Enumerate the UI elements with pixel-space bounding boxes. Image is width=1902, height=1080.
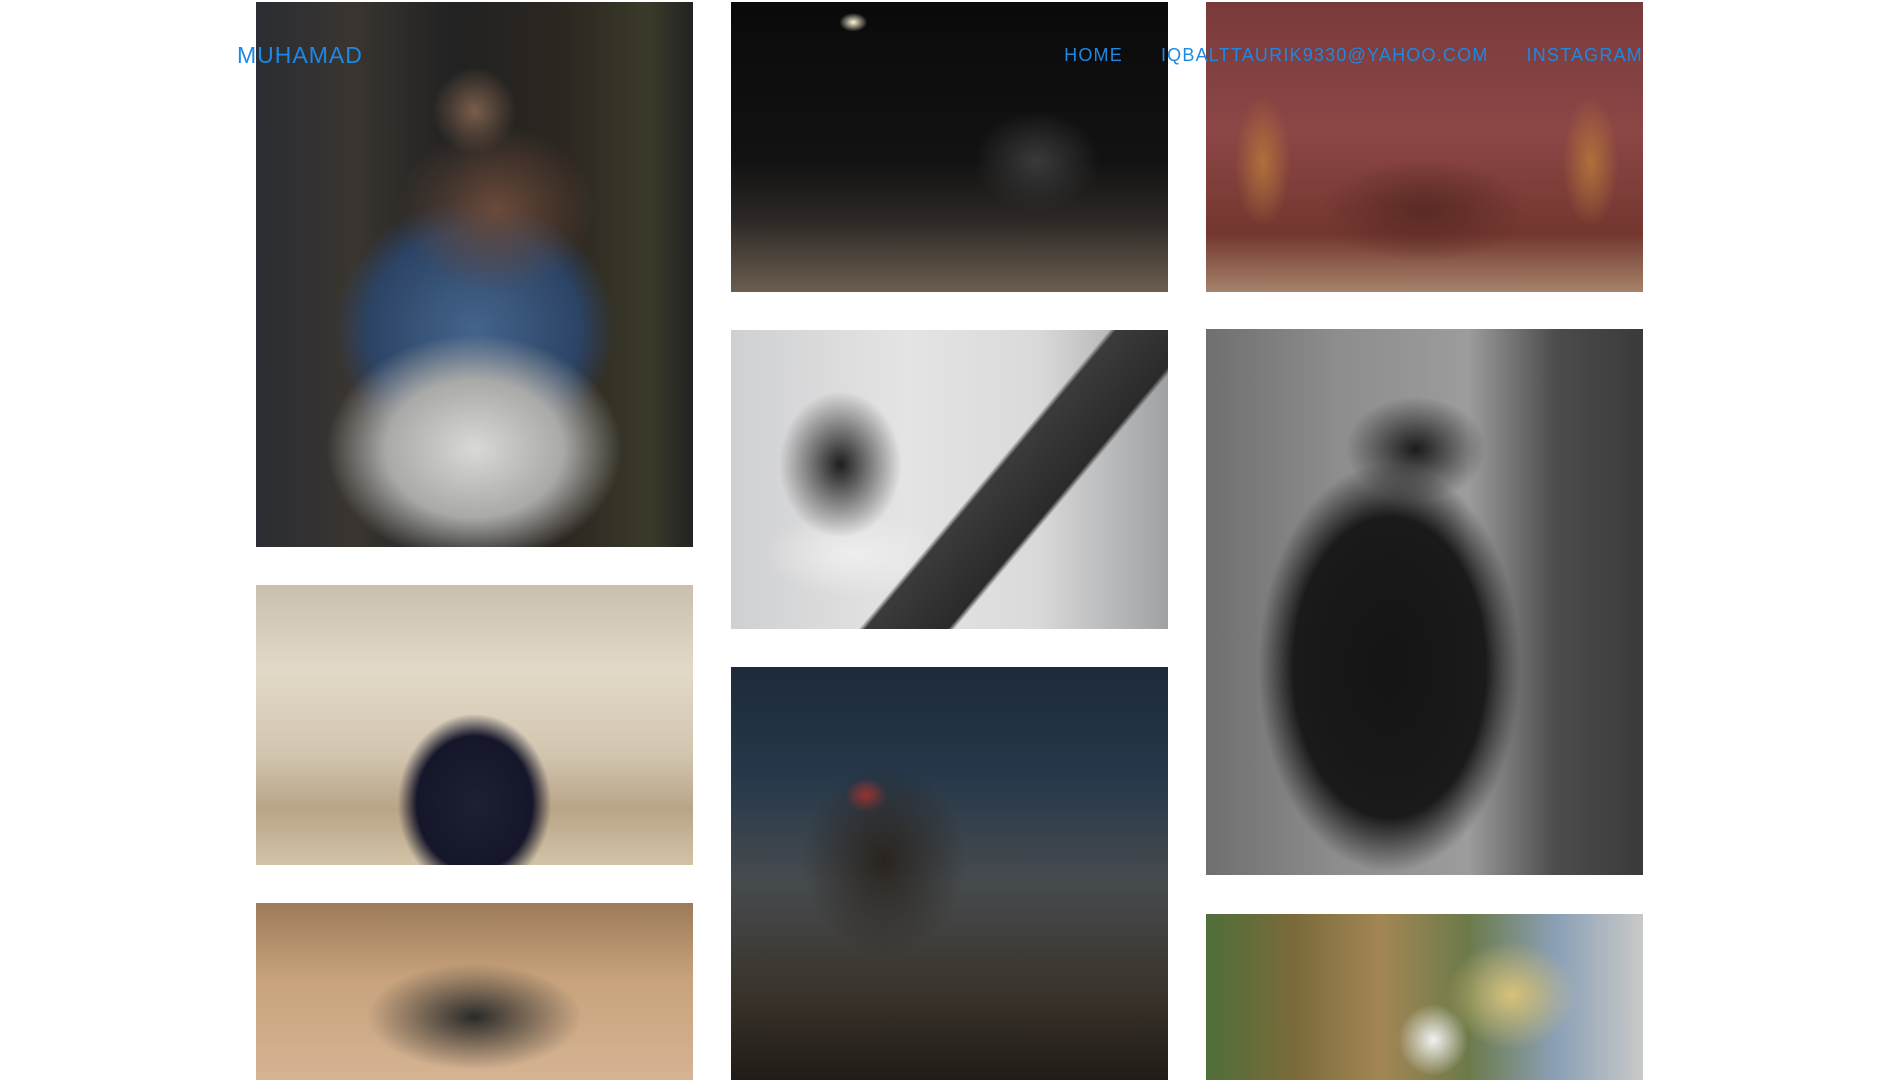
site-logo[interactable]: MUHAMAD bbox=[237, 42, 363, 69]
nav-email-link[interactable]: IQBALTTAURIK9330@YAHOO.COM bbox=[1161, 45, 1489, 66]
gallery-photo-woman-window[interactable] bbox=[731, 330, 1168, 629]
gallery-photo-man-broom[interactable] bbox=[731, 667, 1168, 1080]
main-nav: HOME IQBALTTAURIK9330@YAHOO.COM INSTAGRA… bbox=[1064, 45, 1643, 66]
photo-image bbox=[1206, 914, 1643, 1080]
gallery-photo-couple-mansion[interactable] bbox=[256, 585, 693, 865]
photo-image bbox=[1206, 329, 1643, 875]
photo-image bbox=[731, 330, 1168, 629]
photo-image bbox=[256, 903, 693, 1080]
gallery-photo-man-hoodie[interactable] bbox=[1206, 329, 1643, 875]
photo-image bbox=[256, 585, 693, 865]
portfolio-page: MUHAMAD HOME IQBALTTAURIK9330@YAHOO.COM … bbox=[0, 0, 1902, 1080]
nav-instagram-link[interactable]: INSTAGRAM bbox=[1527, 45, 1643, 66]
nav-home-link[interactable]: HOME bbox=[1064, 45, 1123, 66]
gallery-photo-man-cap[interactable] bbox=[256, 903, 693, 1080]
gallery-photo-mural[interactable] bbox=[1206, 914, 1643, 1080]
gallery-photo-elderly-man-cart[interactable] bbox=[256, 2, 693, 547]
photo-image bbox=[256, 2, 693, 547]
photo-image bbox=[731, 667, 1168, 1080]
